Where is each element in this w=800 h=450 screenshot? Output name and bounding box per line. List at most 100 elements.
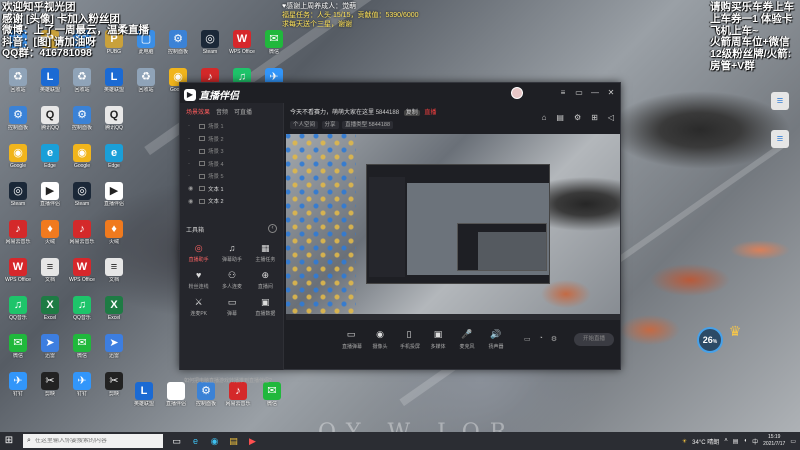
user-avatar[interactable]	[511, 87, 523, 99]
desktop-icon[interactable]: e Edge	[100, 144, 128, 182]
desktop-icon[interactable]: e Edge	[36, 144, 64, 182]
desktop-icon[interactable]: ▶ 直播伴侣	[162, 382, 190, 420]
desktop-icon[interactable]: ♫QQ音乐	[4, 296, 32, 334]
desktop-icon[interactable]: Q 腾讯QQ	[36, 106, 64, 144]
toolbox-item[interactable]: ▭ 弹幕	[215, 297, 248, 320]
source-button[interactable]: 🔊 扬声器	[487, 329, 505, 350]
minimize-icon[interactable]: —	[590, 88, 600, 98]
copy-button[interactable]: 复制	[403, 110, 420, 116]
eye-icon[interactable]: ◉	[188, 185, 194, 192]
desktop-icon[interactable]: X Excel	[100, 296, 128, 334]
desktop-icon[interactable]: ♪网易云音乐	[224, 382, 252, 420]
help-notice[interactable]: 如何把电脑直播游戏转播推到直播伴侣?	[184, 377, 272, 384]
crown-icon[interactable]: ♛	[724, 320, 746, 342]
scene-item[interactable]: · 场景 1	[180, 120, 283, 133]
search-input[interactable]	[34, 438, 155, 444]
desktop-icon[interactable]: ▶ 直播伴侣	[36, 182, 64, 220]
desktop-icon[interactable]: ♪网易云音乐	[68, 220, 96, 258]
eye-icon[interactable]: ◉	[188, 198, 194, 205]
desktop-icon[interactable]: ⚙ 控制面板	[4, 106, 32, 144]
weather-icon[interactable]: ☀	[682, 438, 687, 445]
desktop-icon[interactable]: ◉ Google	[4, 144, 32, 182]
settings-icon[interactable]: ⚙	[551, 335, 557, 343]
scene-item[interactable]: · 场景 2	[180, 133, 283, 146]
close-icon[interactable]: ✕	[606, 88, 616, 98]
list-icon[interactable]: ▤	[556, 113, 564, 122]
scene-item[interactable]: · 场景 3	[180, 145, 283, 158]
desktop-icon[interactable]: ➤ 迅雷	[36, 334, 64, 372]
desktop-icon[interactable]: ♻ 回收站	[4, 68, 32, 106]
desktop-icon[interactable]: ✂ 剪映	[36, 372, 64, 410]
timer-icon[interactable]: ◔	[539, 335, 543, 343]
toolbox-item[interactable]: ▣ 直播数据	[249, 297, 282, 320]
desktop-icon[interactable]: W WPS Office	[228, 30, 256, 68]
desktop-icon[interactable]: ≡ 文档	[36, 258, 64, 296]
toolbox-item[interactable]: ⚇ 多人连麦	[215, 270, 248, 293]
desktop-icon[interactable]: L 英雄联盟	[100, 68, 128, 106]
tag-profile[interactable]: 个人空间	[290, 121, 319, 129]
desktop-icon[interactable]: ⚙ 控制面板	[164, 30, 192, 68]
eye-hidden-icon[interactable]: ·	[188, 173, 194, 179]
toolbox-collapse-icon[interactable]: ‹	[268, 224, 277, 233]
source-button[interactable]: ◉ 摄像头	[371, 329, 389, 350]
toolbox-item[interactable]: ▦ 主播任务	[249, 243, 282, 266]
desktop-icon[interactable]: ▶ 直播伴侣	[100, 182, 128, 220]
desktop-icon[interactable]: ✈钉钉	[4, 372, 32, 410]
pinned-app-icon[interactable]: ▤	[226, 434, 241, 449]
desktop-icon[interactable]: ≡	[766, 92, 794, 130]
start-live-button[interactable]: 开始直播	[574, 333, 614, 346]
desktop-icon[interactable]: ♦ 火绒	[100, 220, 128, 258]
source-button[interactable]: ▯ 手机投屏	[400, 329, 420, 350]
grid-icon[interactable]: ⊞	[591, 113, 598, 122]
pinned-app-icon[interactable]: ◉	[207, 434, 222, 449]
pinned-app-icon[interactable]: ▭	[169, 434, 184, 449]
scene-item[interactable]: ◉ 文本 1	[180, 183, 283, 196]
eye-hidden-icon[interactable]: ·	[188, 148, 194, 154]
desktop-icon[interactable]: ✈钉钉	[68, 372, 96, 410]
source-button[interactable]: ▣ 多媒体	[429, 329, 447, 350]
notification-icon[interactable]: ▭	[790, 438, 796, 445]
toolbox-item[interactable]: ♫ 弹幕助手	[215, 243, 248, 266]
start-button[interactable]: ⊞	[0, 432, 18, 450]
stream-preview[interactable]	[286, 134, 620, 320]
eye-hidden-icon[interactable]: ·	[188, 123, 194, 129]
tag-category[interactable]: 直播类型 5844188	[342, 121, 394, 129]
tag-share[interactable]: 分享	[321, 121, 339, 129]
desktop-icon[interactable]: ◎ Steam	[68, 182, 96, 220]
desktop-icon[interactable]: ◉ Google	[68, 144, 96, 182]
desktop-icon[interactable]: W WPS Office	[4, 258, 32, 296]
tab-scene-effects[interactable]: 场景效果	[186, 107, 210, 116]
performance-gauge[interactable]: 26%	[697, 327, 723, 353]
desktop-icon[interactable]: L 英雄联盟	[36, 68, 64, 106]
desktop-icon[interactable]: ≡ 文档	[100, 258, 128, 296]
clock[interactable]: 15:19 2021/7/17	[763, 434, 785, 448]
taskbar-search[interactable]: ⌕	[23, 434, 163, 448]
ime-indicator[interactable]: 中	[752, 437, 758, 446]
desktop-icon[interactable]: ✂ 剪映	[100, 372, 128, 410]
restore-icon[interactable]: ▭	[574, 88, 584, 98]
scene-item[interactable]: · 场景 5	[180, 170, 283, 183]
tab-live[interactable]: 可直播	[234, 107, 252, 116]
desktop-icon[interactable]: ♦ 火绒	[36, 220, 64, 258]
desktop-icon[interactable]: Q 腾讯QQ	[100, 106, 128, 144]
toolbox-item[interactable]: ♥ 粉丝连线	[182, 270, 215, 293]
app-titlebar[interactable]: ▶ 直播伴侣 ≡ ▭ — ✕	[180, 83, 620, 103]
scene-item[interactable]: ◉ 文本 2	[180, 195, 283, 208]
desktop-icon[interactable]: ♻ 回收站	[132, 68, 160, 106]
network-icon[interactable]: ▤	[733, 438, 739, 445]
scene-item[interactable]: · 场景 4	[180, 158, 283, 171]
camera-toggle-icon[interactable]: ▭	[524, 335, 531, 343]
weather-text[interactable]: 34°C 晴朗	[692, 437, 719, 446]
home-icon[interactable]: ⌂	[542, 113, 547, 122]
source-button[interactable]: ▭ 直播弹幕	[342, 329, 362, 350]
share-icon[interactable]: ◁	[608, 113, 614, 122]
desktop-icon[interactable]: L 英雄联盟	[130, 382, 158, 420]
desktop-icon[interactable]: ✉ 微信	[258, 382, 286, 420]
tab-audio[interactable]: 音频	[216, 107, 228, 116]
desktop-icon[interactable]: ♫QQ音乐	[68, 296, 96, 334]
tray-arrow-icon[interactable]: ˄	[724, 438, 728, 444]
desktop-icon[interactable]: X Excel	[36, 296, 64, 334]
desktop-icon[interactable]: ≡	[766, 130, 794, 168]
settings-icon[interactable]: ⚙	[574, 113, 581, 122]
eye-hidden-icon[interactable]: ·	[188, 161, 194, 167]
